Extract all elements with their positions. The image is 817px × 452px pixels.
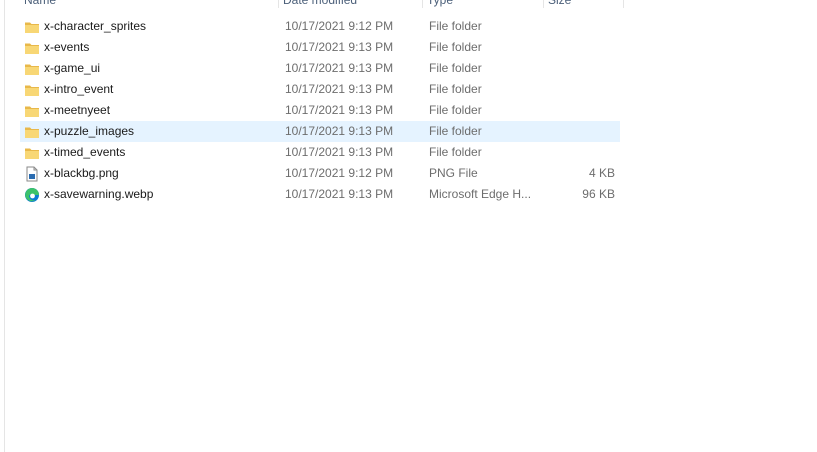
file-date-modified: 10/17/2021 9:12 PM xyxy=(285,166,394,180)
file-name: x-character_sprites xyxy=(44,19,147,33)
file-type: File folder xyxy=(429,103,482,117)
file-type: Microsoft Edge H... xyxy=(429,187,532,201)
file-date-modified: 10/17/2021 9:12 PM xyxy=(285,19,394,33)
file-size xyxy=(540,142,615,163)
file-name: x-events xyxy=(44,40,90,54)
file-size xyxy=(540,100,615,121)
folder-icon xyxy=(24,79,40,100)
file-date-modified: 10/17/2021 9:13 PM xyxy=(285,124,394,138)
png-file-icon xyxy=(24,163,40,184)
file-date-modified: 10/17/2021 9:13 PM xyxy=(285,103,394,117)
column-header-type[interactable]: Type xyxy=(423,0,544,8)
file-date-modified: 10/17/2021 9:13 PM xyxy=(285,61,394,75)
file-type: File folder xyxy=(429,145,482,159)
file-size: 4 KB xyxy=(588,166,615,180)
column-header-date-modified[interactable]: Date modified xyxy=(279,0,423,8)
file-size xyxy=(540,58,615,79)
file-date-modified: 10/17/2021 9:13 PM xyxy=(285,145,394,159)
folder-icon xyxy=(24,16,40,37)
file-size xyxy=(540,37,615,58)
file-type: File folder xyxy=(429,124,482,138)
folder-icon xyxy=(24,37,40,58)
file-name: x-savewarning.webp xyxy=(44,187,154,201)
file-type: File folder xyxy=(429,82,482,96)
folder-icon xyxy=(24,121,40,142)
file-date-modified: 10/17/2021 9:13 PM xyxy=(285,187,394,201)
file-date-modified: 10/17/2021 9:13 PM xyxy=(285,82,394,96)
navigation-pane-edge[interactable] xyxy=(0,0,5,452)
file-row[interactable]: x-puzzle_images 10/17/2021 9:13 PM File fo… xyxy=(20,121,620,142)
file-row[interactable]: x-character_sprites 10/17/2021 9:12 PM Fil… xyxy=(20,16,620,37)
file-row[interactable]: x-intro_event 10/17/2021 9:13 PM File fold… xyxy=(20,79,620,100)
file-type: File folder xyxy=(429,19,482,33)
folder-icon xyxy=(24,58,40,79)
file-explorer-window: Name Date modified Type Size x-character… xyxy=(0,0,817,452)
column-header-name[interactable]: Name xyxy=(20,0,279,8)
file-name: x-blackbg.png xyxy=(44,166,119,180)
file-row[interactable]: x-game_ui 10/17/2021 9:13 PM File folder xyxy=(20,58,620,79)
file-row[interactable]: x-events 10/17/2021 9:13 PM File folder xyxy=(20,37,620,58)
file-type: File folder xyxy=(429,61,482,75)
file-size: 96 KB xyxy=(582,187,615,201)
file-row[interactable]: x-meetnyeet 10/17/2021 9:13 PM File folder xyxy=(20,100,620,121)
file-name: x-timed_events xyxy=(44,145,126,159)
edge-icon xyxy=(24,184,40,205)
file-type: File folder xyxy=(429,40,482,54)
file-list: x-character_sprites 10/17/2021 9:12 PM Fil… xyxy=(20,16,620,205)
file-name: x-meetnyeet xyxy=(44,103,111,117)
file-row[interactable]: x-blackbg.png 10/17/2021 9:12 PM PNG File 4… xyxy=(20,163,620,184)
file-row[interactable]: x-savewarning.webp 10/17/2021 9:13 PM Micr… xyxy=(20,184,620,205)
file-size xyxy=(540,121,615,142)
file-size xyxy=(540,16,615,37)
file-type: PNG File xyxy=(429,166,478,180)
file-size xyxy=(540,79,615,100)
file-name: x-intro_event xyxy=(44,82,114,96)
file-name: x-game_ui xyxy=(44,61,101,75)
column-header-bar: Name Date modified Type Size xyxy=(20,0,624,8)
file-name: x-puzzle_images xyxy=(44,124,135,138)
file-row[interactable]: x-timed_events 10/17/2021 9:13 PM File fol… xyxy=(20,142,620,163)
folder-icon xyxy=(24,142,40,163)
folder-icon xyxy=(24,100,40,121)
column-header-size[interactable]: Size xyxy=(544,0,624,8)
file-date-modified: 10/17/2021 9:13 PM xyxy=(285,40,394,54)
